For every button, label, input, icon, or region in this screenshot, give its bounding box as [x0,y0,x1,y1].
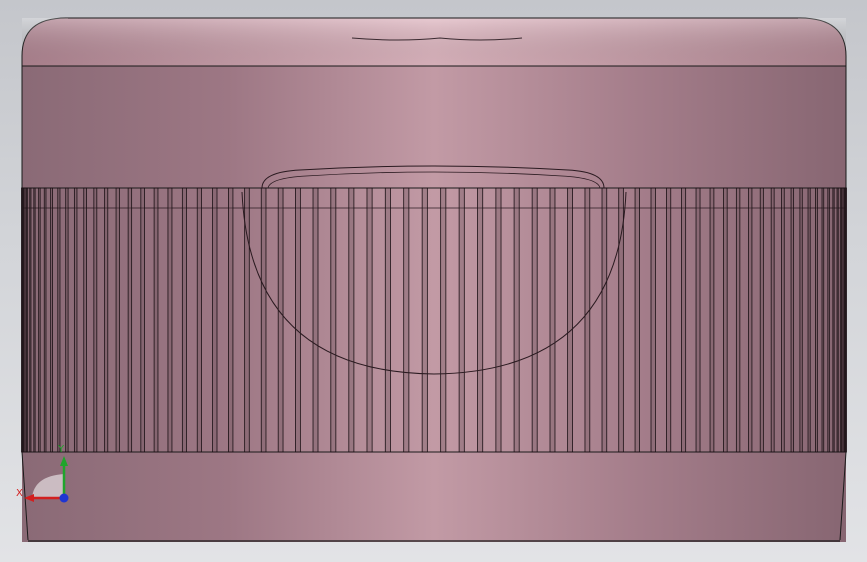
knurl-rib [634,187,640,453]
knurl-rib [821,187,825,453]
knurl-rib [50,187,53,453]
knurl-rib [839,187,842,453]
knurl-rib [531,187,538,453]
knurl-rib [212,187,218,453]
knurl-rib [295,187,301,453]
knurl-rib [759,187,764,453]
knurl-rib [366,187,373,453]
knurl-rib [477,187,484,453]
cap-skirt[interactable] [22,452,846,540]
knurl-rib [312,187,319,453]
knurl-rib [458,187,465,453]
knurl-rib [196,187,202,453]
knurl-rib [709,187,715,453]
knurl-rib [57,187,61,453]
knurl-rib [666,187,672,453]
triad-y-label: Y [57,444,65,455]
graphics-viewport[interactable]: X Y [0,0,867,562]
knurl-rib [807,187,811,453]
knurl-rib [495,187,502,453]
knurl-rib [815,187,818,453]
knurl-rib [601,187,608,453]
knurl-rib [735,187,741,453]
knurl-rib [23,187,26,453]
knurl-rib [21,187,24,453]
knurl-rib [827,187,830,453]
reference-triad[interactable]: X Y [12,440,82,510]
knurl-rib [421,187,428,453]
knurl-rib [650,187,656,453]
knurl-rib [26,187,29,453]
knurl-rib [770,187,775,453]
knurl-rib [73,187,78,453]
knurl-rib [799,187,803,453]
knurl-rib [153,187,159,453]
knurl-rib [549,187,556,453]
knurl-rib [260,187,267,453]
knurl-rib [681,187,687,453]
knurl-rib [348,187,355,453]
knurl-rib [93,187,98,453]
triad-z-axis [59,493,69,503]
y-axis-arrow-icon [60,456,68,466]
knurl-rib [723,187,728,453]
knurl-rib [127,187,133,453]
knurl-rib [83,187,87,453]
knurl-rib [29,187,32,453]
knurl-rib [695,187,701,453]
knurl-rib [781,187,785,453]
knurl-rib [440,187,447,453]
knurl-rib [384,187,391,453]
knurl-rib [38,187,41,453]
x-axis-arrow-icon [24,494,34,502]
knurl-rib [748,187,753,453]
knurl-rib [140,187,145,453]
knurl-rib [584,187,591,453]
knurl-rib [330,187,337,453]
knurl-rib [842,187,845,453]
knurl-rib [567,187,573,453]
knurl-rib [277,187,284,453]
knurl-rib [228,187,234,453]
knurl-rib [836,187,839,453]
knurl-rib [115,187,120,453]
knurl-rib [832,187,835,453]
triad-plane-shading [32,474,64,498]
knurl-rib [844,187,847,453]
knurl-rib [43,187,47,453]
knurl-rib [513,187,520,453]
cap-top-highlight [22,18,846,66]
knurl-rib [33,187,36,453]
knurl-rib [65,187,69,453]
knurl-rib [181,187,187,453]
knurl-rib [403,187,410,453]
knurl-rib [790,187,795,453]
triad-x-label: X [16,488,23,499]
knurl-rib [167,187,173,453]
knurl-rib [104,187,109,453]
model-view[interactable] [0,0,867,562]
